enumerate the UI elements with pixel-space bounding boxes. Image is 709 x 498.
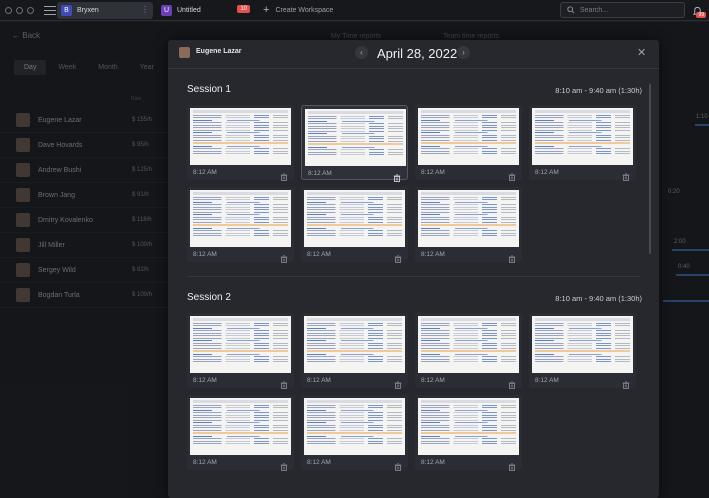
screenshot-thumbnail[interactable] bbox=[532, 108, 633, 165]
screenshot-card[interactable]: 8:12 AM bbox=[301, 313, 408, 389]
screenshot-time: 8:12 AM bbox=[421, 377, 445, 384]
screenshot-thumbnail[interactable] bbox=[418, 190, 519, 247]
screenshot-thumbnail[interactable] bbox=[532, 316, 633, 373]
screenshot-thumbnail[interactable] bbox=[190, 316, 291, 373]
trash-icon[interactable] bbox=[394, 376, 402, 389]
screenshot-time: 8:12 AM bbox=[421, 459, 445, 466]
modal-user-name: Eugene Lazar bbox=[196, 48, 242, 55]
screenshot-card[interactable]: 8:12 AM bbox=[529, 313, 636, 389]
screenshot-time: 8:12 AM bbox=[421, 169, 445, 176]
screenshot-thumbnail[interactable] bbox=[304, 316, 405, 373]
session-title: Session 2 bbox=[187, 292, 231, 303]
screenshot-card[interactable]: 8:12 AM bbox=[301, 105, 408, 182]
screenshots-modal: Eugene Lazar ‹ April 28, 2022 › ✕ Sessio… bbox=[168, 40, 659, 498]
chevron-left-icon: ‹ bbox=[360, 48, 363, 57]
create-workspace-label: Create Workspace bbox=[275, 6, 334, 14]
session-time-range: 8:10 am - 9:40 am (1:30h) bbox=[555, 294, 642, 303]
screenshot-time: 8:12 AM bbox=[308, 170, 332, 177]
trash-icon[interactable] bbox=[622, 376, 630, 389]
menu-icon[interactable] bbox=[44, 5, 56, 15]
screenshot-card[interactable]: 8:12 AM bbox=[415, 395, 522, 471]
trash-icon[interactable] bbox=[280, 250, 288, 263]
notification-count-badge: 99 bbox=[696, 12, 706, 18]
workspace-tab-untitled[interactable]: U Untitled 10 bbox=[157, 2, 252, 19]
workspace-tab-bryxen[interactable]: B Bryxen ⋮ bbox=[57, 2, 153, 19]
screenshot-thumbnail[interactable] bbox=[304, 190, 405, 247]
scrollbar[interactable] bbox=[649, 84, 651, 254]
screenshot-time: 8:12 AM bbox=[535, 377, 559, 384]
next-date-button[interactable]: › bbox=[457, 46, 470, 59]
screenshot-card[interactable]: 8:12 AM bbox=[187, 313, 294, 389]
screenshot-time: 8:12 AM bbox=[193, 377, 217, 384]
notification-badge: 10 bbox=[237, 5, 250, 13]
create-workspace-button[interactable]: + Create Workspace bbox=[263, 4, 333, 16]
screenshot-thumbnail[interactable] bbox=[418, 108, 519, 165]
trash-icon[interactable] bbox=[394, 250, 402, 263]
screenshot-card[interactable]: 8:12 AM bbox=[187, 395, 294, 471]
screenshot-thumbnail[interactable] bbox=[305, 109, 406, 166]
trash-icon[interactable] bbox=[393, 169, 401, 182]
modal-header: Eugene Lazar ‹ April 28, 2022 › ✕ bbox=[168, 40, 659, 69]
screenshot-thumbnail[interactable] bbox=[190, 190, 291, 247]
screenshot-thumbnail[interactable] bbox=[190, 108, 291, 165]
screenshot-time: 8:12 AM bbox=[421, 251, 445, 258]
session-time-range: 8:10 am - 9:40 am (1:30h) bbox=[555, 86, 642, 95]
trash-icon[interactable] bbox=[622, 168, 630, 181]
prev-date-button[interactable]: ‹ bbox=[355, 46, 368, 59]
session-divider bbox=[187, 276, 641, 277]
close-icon[interactable]: ✕ bbox=[637, 46, 646, 59]
screenshot-time: 8:12 AM bbox=[535, 169, 559, 176]
trash-icon[interactable] bbox=[508, 250, 516, 263]
bell-icon[interactable]: 99 bbox=[692, 4, 706, 18]
screenshot-card[interactable]: 8:12 AM bbox=[187, 187, 294, 263]
screenshot-card[interactable]: 8:12 AM bbox=[301, 187, 408, 263]
plus-icon: + bbox=[263, 4, 270, 16]
trash-icon[interactable] bbox=[508, 458, 516, 471]
screenshot-time: 8:12 AM bbox=[193, 251, 217, 258]
kebab-menu-icon[interactable]: ⋮ bbox=[141, 5, 149, 14]
window-maximize-button[interactable] bbox=[27, 6, 34, 14]
title-bar: B Bryxen ⋮ U Untitled 10 + Create Worksp… bbox=[0, 0, 709, 21]
screenshot-card[interactable]: 8:12 AM bbox=[415, 313, 522, 389]
untitled-logo-icon: U bbox=[161, 5, 172, 16]
screenshot-card[interactable]: 8:12 AM bbox=[187, 105, 294, 181]
search-icon bbox=[567, 6, 575, 14]
avatar bbox=[179, 47, 190, 58]
session-title: Session 1 bbox=[187, 84, 231, 95]
screenshot-time: 8:12 AM bbox=[193, 169, 217, 176]
screenshot-time: 8:12 AM bbox=[193, 459, 217, 466]
trash-icon[interactable] bbox=[508, 168, 516, 181]
screenshot-card[interactable]: 8:12 AM bbox=[415, 187, 522, 263]
bryxen-logo-icon: B bbox=[61, 5, 72, 16]
screenshot-time: 8:12 AM bbox=[307, 251, 331, 258]
window-controls bbox=[5, 6, 34, 14]
screenshot-card[interactable]: 8:12 AM bbox=[415, 105, 522, 181]
modal-date: April 28, 2022 bbox=[377, 46, 458, 61]
screenshot-thumbnail[interactable] bbox=[418, 398, 519, 455]
search-input[interactable]: Search... bbox=[560, 2, 685, 18]
trash-icon[interactable] bbox=[280, 458, 288, 471]
trash-icon[interactable] bbox=[508, 376, 516, 389]
trash-icon[interactable] bbox=[280, 168, 288, 181]
screenshot-thumbnail[interactable] bbox=[190, 398, 291, 455]
screenshot-thumbnail[interactable] bbox=[418, 316, 519, 373]
trash-icon[interactable] bbox=[280, 376, 288, 389]
trash-icon[interactable] bbox=[394, 458, 402, 471]
screenshot-card[interactable]: 8:12 AM bbox=[301, 395, 408, 471]
screenshot-time: 8:12 AM bbox=[307, 377, 331, 384]
workspace-name: Untitled bbox=[177, 7, 201, 14]
screenshot-card[interactable]: 8:12 AM bbox=[529, 105, 636, 181]
screenshot-thumbnail[interactable] bbox=[304, 398, 405, 455]
window-minimize-button[interactable] bbox=[16, 6, 23, 14]
search-placeholder: Search... bbox=[580, 6, 609, 14]
window-close-button[interactable] bbox=[5, 6, 12, 14]
chevron-right-icon: › bbox=[462, 48, 465, 57]
screenshot-time: 8:12 AM bbox=[307, 459, 331, 466]
workspace-name: Bryxen bbox=[77, 7, 99, 14]
